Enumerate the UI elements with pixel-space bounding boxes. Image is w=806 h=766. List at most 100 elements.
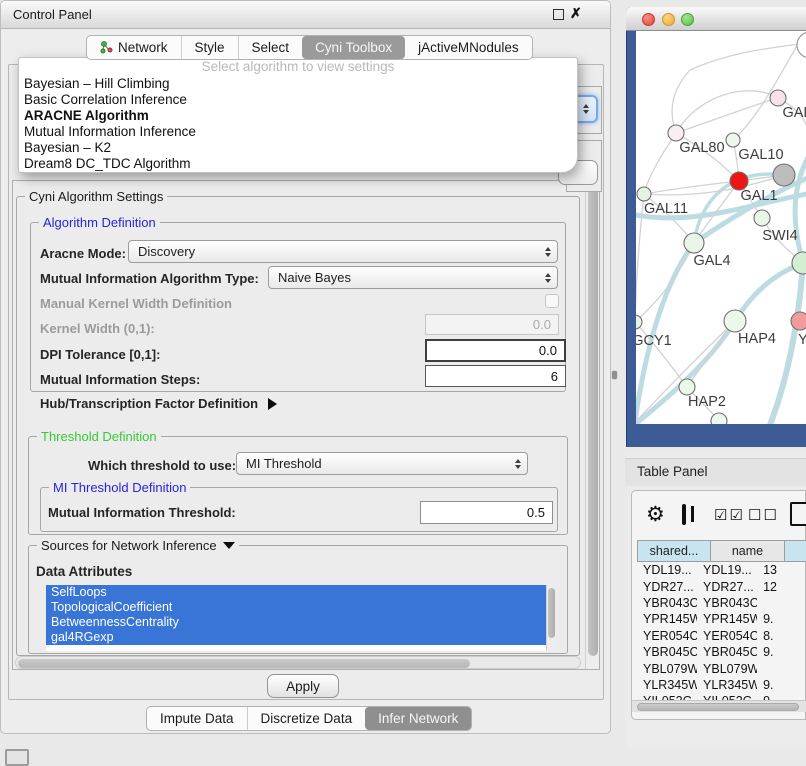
network-node[interactable] bbox=[668, 125, 684, 141]
column-header[interactable] bbox=[785, 540, 806, 562]
tab-discretize-data[interactable]: Discretize Data bbox=[248, 707, 366, 730]
new-column-icon[interactable] bbox=[790, 502, 806, 526]
algorithm-option[interactable]: Dream8 DC_TDC Algorithm bbox=[19, 156, 577, 172]
settings-hscrollbar-track[interactable] bbox=[15, 656, 581, 669]
mi-threshold-input[interactable]: 0.5 bbox=[420, 501, 553, 524]
tab-network[interactable]: Network bbox=[87, 36, 182, 59]
float-window-icon[interactable] bbox=[553, 9, 564, 20]
panel-splitter-handle[interactable] bbox=[612, 371, 617, 379]
table-cell: 12 bbox=[757, 580, 806, 594]
network-node[interactable] bbox=[711, 413, 727, 424]
table-row[interactable]: YLR345WYLR345W9. bbox=[637, 677, 806, 693]
mi-steps-label: Mutual Information Steps: bbox=[40, 372, 200, 387]
manual-kernel-width-checkbox[interactable] bbox=[545, 294, 559, 308]
table-row[interactable]: YDL19...YDL19...13 bbox=[637, 562, 806, 578]
table-row[interactable]: YPR145WYPR145W9. bbox=[637, 611, 806, 627]
tab-select[interactable]: Select bbox=[239, 36, 303, 59]
tab-cyni-toolbox[interactable]: Cyni Toolbox bbox=[302, 36, 405, 59]
kernel-width-input[interactable]: 0.0 bbox=[425, 314, 559, 335]
tab-style[interactable]: Style bbox=[182, 36, 239, 59]
data-attribute-item[interactable]: TopologicalCoefficient bbox=[46, 600, 546, 615]
algorithm-option[interactable]: Bayesian – K2 bbox=[19, 140, 577, 156]
tab-network-label: Network bbox=[118, 36, 168, 59]
data-attribute-item[interactable]: BetweennessCentrality bbox=[46, 615, 546, 630]
table-row[interactable]: YDR27...YDR27...12 bbox=[637, 578, 806, 594]
apply-button[interactable]: Apply bbox=[267, 674, 339, 698]
attributes-scrollbar-track[interactable] bbox=[546, 585, 555, 651]
table-hscrollbar-track[interactable] bbox=[632, 700, 806, 712]
minimize-traffic-light[interactable] bbox=[662, 13, 675, 26]
combo-arrows-icon bbox=[509, 459, 527, 469]
network-node[interactable] bbox=[637, 187, 651, 201]
tab-impute-data[interactable]: Impute Data bbox=[147, 707, 248, 730]
network-icon bbox=[100, 41, 113, 54]
network-nodes: GALGAL80GAL10GAL1GAL11SWI4GAL4GCY1HAP4YH… bbox=[636, 90, 806, 424]
algorithm-option[interactable]: ARACNE Algorithm bbox=[19, 108, 577, 124]
network-node[interactable] bbox=[726, 133, 740, 147]
data-attribute-item[interactable]: SelfLoops bbox=[46, 585, 546, 600]
control-panel-tabbar: Network Style Select Cyni Toolbox jActiv… bbox=[86, 35, 533, 60]
expanded-arrow-icon bbox=[223, 542, 235, 549]
split-columns-icon[interactable] bbox=[682, 504, 686, 525]
settings-hscrollbar-thumb[interactable] bbox=[18, 659, 470, 668]
table-cell: YPR145W bbox=[637, 612, 697, 626]
hub-definition-toggle[interactable]: Hub/Transcription Factor Definition bbox=[40, 396, 277, 411]
network-canvas[interactable]: GALGAL80GAL10GAL1GAL11SWI4GAL4GCY1HAP4YH… bbox=[636, 31, 806, 424]
cyni-mode-tabbar: Impute Data Discretize Data Infer Networ… bbox=[146, 706, 472, 731]
tab-jactivemnodules[interactable]: jActiveMNodules bbox=[405, 36, 532, 59]
table-cell: 13 bbox=[757, 563, 806, 577]
settings-vscrollbar-track[interactable] bbox=[585, 181, 599, 669]
algorithm-option[interactable]: Bayesian – Hill Climbing bbox=[19, 76, 577, 92]
clipped-node[interactable] bbox=[797, 32, 806, 58]
minimized-panel-icon[interactable] bbox=[5, 749, 29, 766]
network-node[interactable] bbox=[724, 310, 746, 332]
mi-algorithm-type-combo[interactable]: Naive Bayes bbox=[268, 266, 558, 289]
algorithm-option[interactable]: Mutual Information Inference bbox=[19, 124, 577, 140]
network-node[interactable] bbox=[754, 210, 770, 226]
control-panel-titlebar[interactable] bbox=[1, 1, 610, 29]
table-row[interactable]: YBR043CYBR043C bbox=[637, 595, 806, 611]
network-node-label: GAL10 bbox=[738, 147, 783, 163]
table-cell: YBR045C bbox=[637, 645, 697, 659]
data-attributes-label: Data Attributes bbox=[36, 564, 132, 579]
data-attribute-item[interactable]: gal4RGexp bbox=[46, 630, 546, 645]
table-row[interactable]: YBR045CYBR045C9. bbox=[637, 644, 806, 660]
which-threshold-combo[interactable]: MI Threshold bbox=[236, 452, 528, 475]
table-cell: YER054C bbox=[637, 629, 697, 643]
network-node[interactable] bbox=[684, 233, 704, 253]
column-header[interactable]: name bbox=[711, 540, 785, 562]
table-cell: 9. bbox=[757, 678, 806, 692]
combo-arrows-icon bbox=[539, 247, 557, 257]
manual-kernel-width-label: Manual Kernel Width Definition bbox=[40, 296, 232, 311]
which-threshold-label: Which threshold to use: bbox=[88, 458, 236, 473]
table-cell: YDR27... bbox=[637, 580, 697, 594]
column-header[interactable]: shared... bbox=[637, 540, 711, 562]
attributes-scrollbar-thumb[interactable] bbox=[548, 588, 555, 638]
settings-vscrollbar-thumb[interactable] bbox=[588, 188, 598, 656]
mi-algorithm-type-label: Mutual Information Algorithm Type: bbox=[40, 271, 259, 286]
network-node-label: SWI4 bbox=[762, 228, 797, 244]
close-icon[interactable]: ✗ bbox=[570, 5, 582, 22]
zoom-traffic-light[interactable] bbox=[681, 13, 694, 26]
gear-icon[interactable]: ⚙ bbox=[646, 502, 665, 527]
dpi-tolerance-input[interactable]: 0.0 bbox=[425, 339, 566, 362]
table-cell: YBL079W bbox=[697, 662, 757, 676]
network-node[interactable] bbox=[679, 379, 695, 395]
table-hscrollbar-thumb[interactable] bbox=[637, 703, 799, 711]
deselect-all-columns-icon[interactable]: ☐☐ bbox=[748, 506, 779, 524]
table-row[interactable]: YBL079WYBL079W bbox=[637, 660, 806, 676]
algorithm-option[interactable]: Basic Correlation Inference bbox=[19, 92, 577, 108]
mi-steps-input[interactable]: 6 bbox=[425, 365, 566, 387]
table-row[interactable]: YER054CYER054C8. bbox=[637, 628, 806, 644]
table-cell: YLR345W bbox=[637, 678, 697, 692]
table-row[interactable]: YIL052CYIL052C9 bbox=[637, 693, 806, 700]
select-all-columns-icon[interactable]: ☑☑ bbox=[714, 506, 745, 524]
table-cell: YBR043C bbox=[697, 596, 757, 610]
network-node[interactable] bbox=[791, 312, 806, 330]
aracne-mode-combo[interactable]: Discovery bbox=[128, 240, 558, 263]
close-traffic-light[interactable] bbox=[642, 13, 655, 26]
tab-infer-network[interactable]: Infer Network bbox=[365, 707, 471, 730]
network-node[interactable] bbox=[770, 90, 786, 106]
sources-legend[interactable]: Sources for Network Inference bbox=[37, 538, 239, 553]
network-node[interactable] bbox=[773, 164, 795, 186]
